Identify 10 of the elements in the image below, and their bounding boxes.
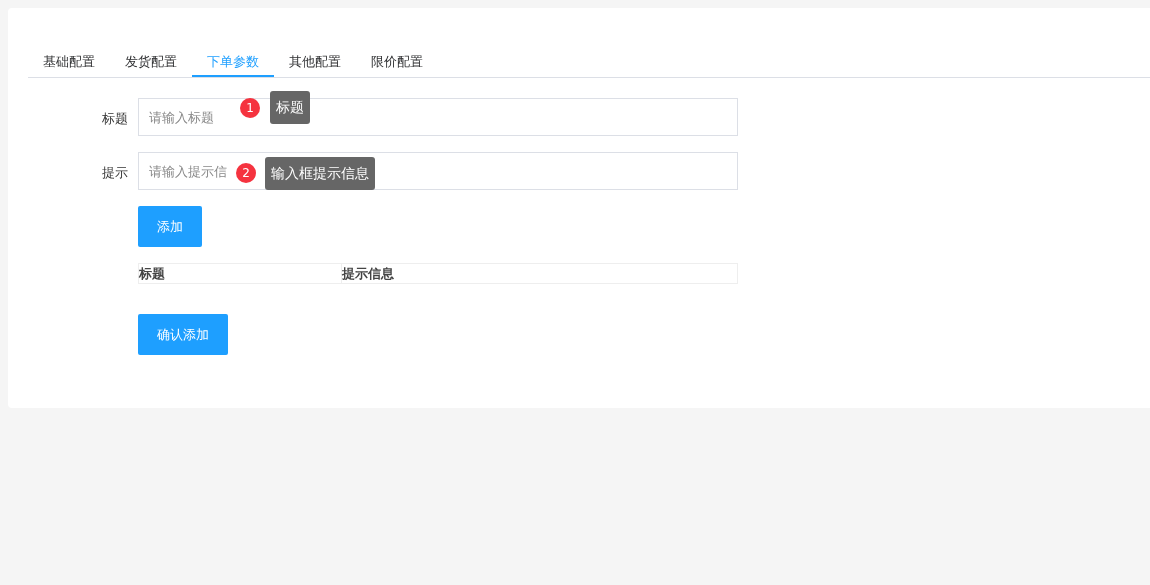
- tab[interactable]: 其他配置: [274, 48, 356, 77]
- table-header-cell: 标题: [139, 264, 342, 283]
- tab[interactable]: 基础配置: [28, 48, 110, 77]
- tab[interactable]: 发货配置: [110, 48, 192, 77]
- field-label: 提示: [101, 164, 129, 182]
- tab[interactable]: 限价配置: [356, 48, 438, 77]
- table-header-cell-text: 提示信息: [342, 265, 394, 283]
- tooltip: 输入框提示信息: [265, 157, 375, 190]
- field-label: 标题: [101, 110, 129, 128]
- tooltip: 标题: [270, 91, 310, 124]
